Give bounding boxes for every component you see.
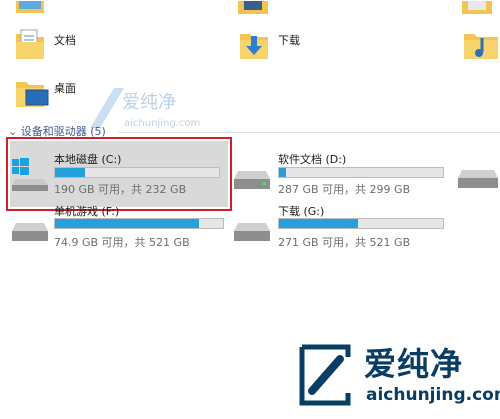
drive-usage-bar <box>54 167 220 178</box>
windows-drive-icon <box>12 158 48 191</box>
watermark-brand: 爱纯净 <box>364 345 464 383</box>
drive-name: 下载 (G:) <box>278 205 325 218</box>
drive-space: 74.9 GB 可用，共 521 GB <box>54 236 190 249</box>
drive-space: 271 GB 可用，共 521 GB <box>278 236 411 249</box>
drive-name: 本地磁盘 (C:) <box>54 153 122 166</box>
drive-c[interactable]: 本地磁盘 (C:) 190 GB 可用，共 232 GB <box>10 141 228 207</box>
drive-f[interactable]: 单机游戏 (F:) 74.9 GB 可用，共 521 GB <box>10 199 228 255</box>
downloads-folder-icon <box>240 34 268 59</box>
music-folder-icon[interactable] <box>462 28 500 64</box>
drive-usage-bar <box>278 218 444 229</box>
drive-space: 287 GB 可用，共 299 GB <box>278 183 411 196</box>
watermark: 爱纯净 aichunjing.com <box>294 333 500 419</box>
drive-usage-fill <box>55 168 85 177</box>
folder-label: 文档 <box>54 34 76 47</box>
documents-folder-icon <box>16 29 44 59</box>
watermark-url: aichunjing.com <box>366 385 500 405</box>
folder-label: 桌面 <box>54 82 76 95</box>
hard-drive-icon[interactable] <box>456 168 500 190</box>
drive-usage-bar <box>278 167 444 178</box>
section-divider <box>118 132 500 133</box>
hard-drive-icon <box>234 171 270 189</box>
svg-text:aichunjing.com: aichunjing.com <box>124 118 200 129</box>
drive-space: 190 GB 可用，共 232 GB <box>54 183 187 196</box>
videos-folder-icon[interactable] <box>238 0 268 14</box>
svg-text:爱纯净: 爱纯净 <box>122 92 176 113</box>
drive-usage-fill <box>55 219 200 228</box>
drive-usage-fill <box>279 219 358 228</box>
drive-usage-bar <box>54 218 224 229</box>
drive-d[interactable]: 软件文档 (D:) 287 GB 可用，共 299 GB <box>232 141 450 207</box>
pictures-folder-icon[interactable] <box>462 0 492 14</box>
desktop-folder-icon <box>16 82 49 107</box>
hard-drive-icon <box>12 223 48 241</box>
folder-label: 下载 <box>278 34 300 47</box>
hard-drive-icon <box>234 223 270 241</box>
drive-usage-fill <box>279 168 286 177</box>
folder-downloads[interactable]: 下载 <box>238 28 438 68</box>
drive-name: 软件文档 (D:) <box>278 153 347 166</box>
watermark-logo-icon <box>299 344 351 406</box>
folder-icon-top-left[interactable] <box>16 0 44 14</box>
drive-g[interactable]: 下载 (G:) 271 GB 可用，共 521 GB <box>232 199 450 255</box>
drive-name: 单机游戏 (F:) <box>54 205 120 218</box>
folder-documents[interactable]: 文档 <box>14 28 214 68</box>
